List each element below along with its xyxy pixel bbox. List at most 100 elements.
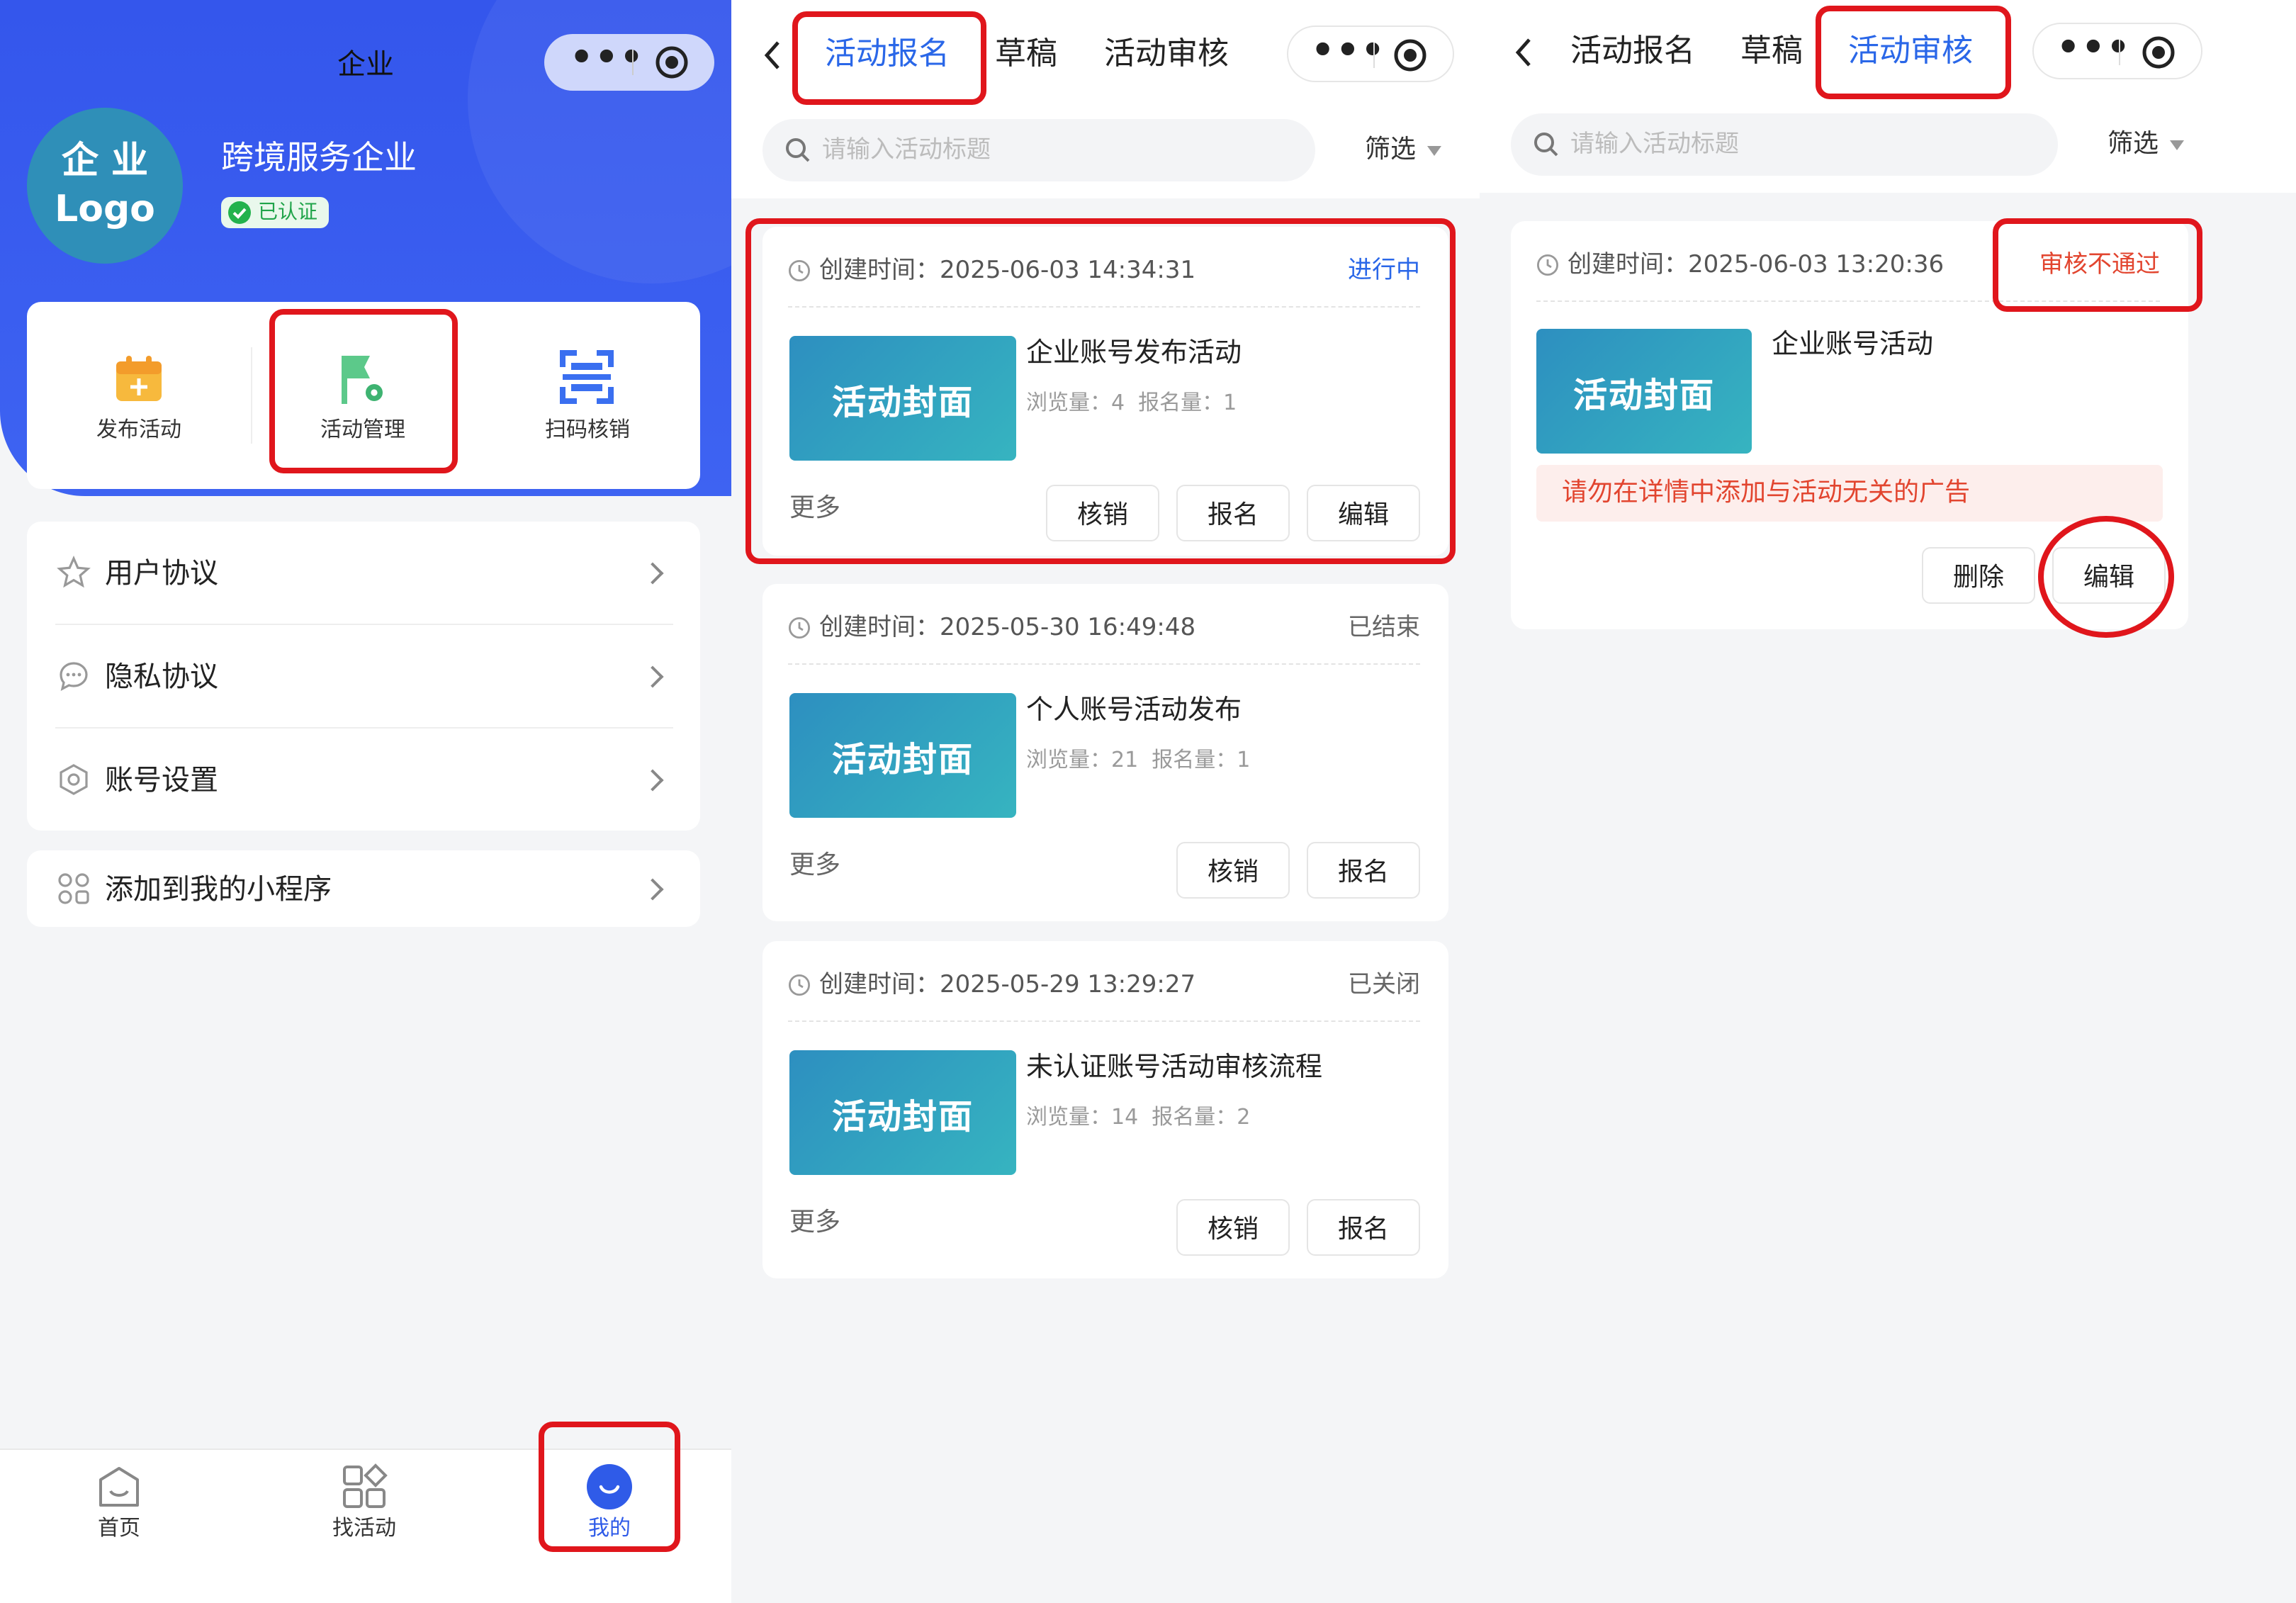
activity-cover[interactable]: 活动封面 <box>789 1050 1016 1175</box>
filter-label: 筛选 <box>2108 129 2159 159</box>
created-text: 创建时间：2025-05-29 13:29:27 <box>819 971 1196 999</box>
clock-icon <box>788 617 811 639</box>
highlight-activity-card <box>745 218 1456 564</box>
more-link[interactable]: 更多 <box>789 1206 840 1240</box>
verify-button[interactable]: 核销 <box>1176 1199 1290 1256</box>
quick-action-label: 扫码核销 <box>544 417 630 442</box>
activity-card[interactable]: 创建时间：2025-05-29 13:29:27 已关闭 活动封面 未认证账号活… <box>762 941 1448 1278</box>
star-icon <box>57 556 91 588</box>
more-icon[interactable]: ••• <box>2056 24 2130 81</box>
filter-button[interactable]: 筛选 <box>2108 128 2184 162</box>
company-logo: 企 业 Logo <box>27 108 183 264</box>
more-link[interactable]: 更多 <box>789 849 840 883</box>
activity-cover[interactable]: 活动封面 <box>1536 329 1752 454</box>
close-circle-icon[interactable] <box>2142 35 2176 69</box>
created-time: 创建时间：2025-05-29 13:29:27 <box>788 969 1195 1001</box>
activity-stats: 浏览量：21 报名量：1 <box>1026 747 1251 772</box>
calendar-add-icon <box>116 356 162 401</box>
activity-card[interactable]: 创建时间：2025-05-30 16:49:48 已结束 活动封面 个人账号活动… <box>762 584 1448 921</box>
clock-icon <box>788 974 811 996</box>
menu-label: 隐私协议 <box>105 659 218 693</box>
search-icon <box>786 138 810 162</box>
caret-down-icon <box>1427 145 1441 155</box>
highlight-reject-status <box>1993 218 2202 312</box>
search-input[interactable]: 请输入活动标题 <box>1511 113 2058 176</box>
quick-action-publish[interactable]: 发布活动 <box>27 302 251 489</box>
verified-badge: 已认证 <box>221 197 329 228</box>
scan-code-icon <box>560 350 614 404</box>
tabbar-label: 首页 <box>97 1515 140 1541</box>
created-time: 创建时间：2025-05-30 16:49:48 <box>788 612 1195 643</box>
reject-reason: 请勿在详情中添加与活动无关的广告 <box>1536 465 2163 522</box>
screen-profile: 企业 ••• 企 业 Logo 跨境服务企业 已认证 发布活动 活动管理 扫码核… <box>0 0 731 1603</box>
activity-cover[interactable]: 活动封面 <box>789 693 1016 818</box>
menu-privacy-agreement[interactable]: 隐私协议 <box>28 625 700 727</box>
filter-button[interactable]: 筛选 <box>1365 133 1441 167</box>
search-input[interactable]: 请输入活动标题 <box>762 119 1315 181</box>
chevron-right-icon <box>641 562 664 585</box>
verified-label: 已认证 <box>258 201 317 224</box>
quick-action-scan[interactable]: 扫码核销 <box>475 302 700 489</box>
menu-user-agreement[interactable]: 用户协议 <box>28 522 700 624</box>
activity-title[interactable]: 个人账号活动发布 <box>1026 692 1242 729</box>
menu-account-settings[interactable]: 账号设置 <box>28 729 700 831</box>
quick-action-label: 发布活动 <box>96 417 181 442</box>
screen-activity-signup: 活动报名 草稿 活动审核 ••• 请输入活动标题 筛选 创建时间：2025-06… <box>731 0 1480 1603</box>
menu-label: 账号设置 <box>105 763 218 797</box>
chat-bubble-icon <box>60 662 88 692</box>
chevron-right-icon <box>641 665 664 688</box>
filter-label: 筛选 <box>1365 135 1416 164</box>
check-icon <box>228 201 251 224</box>
tabbar-home[interactable]: 首页 <box>34 1457 204 1548</box>
status-badge: 已结束 <box>1348 614 1420 642</box>
signup-button[interactable]: 报名 <box>1307 842 1420 899</box>
divider <box>788 1020 1420 1022</box>
company-name: 跨境服务企业 <box>221 140 417 177</box>
tab-activity-review[interactable]: 活动审核 <box>1104 34 1229 77</box>
home-icon <box>99 1467 139 1507</box>
back-icon[interactable] <box>762 40 782 71</box>
highlight-tab-signup <box>792 11 986 105</box>
back-icon[interactable] <box>1514 37 1534 68</box>
close-circle-icon[interactable] <box>655 45 689 79</box>
created-text: 创建时间：2025-06-03 13:20:36 <box>1568 251 1945 279</box>
capsule-menu[interactable]: ••• <box>2032 23 2202 79</box>
verify-button[interactable]: 核销 <box>1176 842 1290 899</box>
menu-label: 用户协议 <box>105 556 218 590</box>
clock-icon <box>1536 254 1559 276</box>
search-placeholder: 请输入活动标题 <box>1570 130 1739 159</box>
chevron-right-icon <box>641 769 664 792</box>
highlight-activity-manage <box>269 309 458 473</box>
created-time: 创建时间：2025-06-03 13:20:36 <box>1536 249 1944 281</box>
signup-button[interactable]: 报名 <box>1307 1199 1420 1256</box>
status-badge: 已关闭 <box>1348 971 1420 999</box>
tab-draft[interactable]: 草稿 <box>995 34 1057 77</box>
capsule-menu[interactable]: ••• <box>544 34 714 91</box>
menu-label: 添加到我的小程序 <box>105 872 332 906</box>
tabbar-label: 找活动 <box>332 1515 396 1541</box>
close-circle-icon[interactable] <box>1393 38 1427 72</box>
more-icon[interactable]: ••• <box>1311 27 1385 84</box>
tab-activity-signup[interactable]: 活动报名 <box>1570 31 1695 74</box>
caret-down-icon <box>2170 140 2184 150</box>
menu-add-to-mine[interactable]: 添加到我的小程序 <box>28 850 700 927</box>
grid-icon <box>343 1463 388 1508</box>
highlight-tab-review <box>1816 6 2011 99</box>
tabbar-find[interactable]: 找活动 <box>279 1457 449 1548</box>
screen-activity-review: 活动报名 草稿 活动审核 ••• 请输入活动标题 筛选 创建时间：2025-06… <box>1480 0 2296 1603</box>
delete-button[interactable]: 删除 <box>1922 547 2035 604</box>
apps-icon <box>58 873 89 904</box>
chevron-right-icon <box>641 878 664 901</box>
highlight-edit-button <box>2038 516 2174 638</box>
search-icon <box>1534 133 1558 157</box>
more-icon[interactable]: ••• <box>570 34 643 91</box>
hexagon-settings-icon <box>60 764 88 795</box>
activity-title[interactable]: 未认证账号活动审核流程 <box>1026 1049 1322 1086</box>
activity-title[interactable]: 企业账号活动 <box>1772 326 1933 363</box>
activity-stats: 浏览量：14 报名量：2 <box>1026 1104 1251 1130</box>
created-text: 创建时间：2025-05-30 16:49:48 <box>819 614 1196 642</box>
divider <box>788 663 1420 665</box>
highlight-tab-mine <box>539 1422 680 1552</box>
tab-draft[interactable]: 草稿 <box>1740 31 1803 74</box>
capsule-menu[interactable]: ••• <box>1287 26 1454 82</box>
